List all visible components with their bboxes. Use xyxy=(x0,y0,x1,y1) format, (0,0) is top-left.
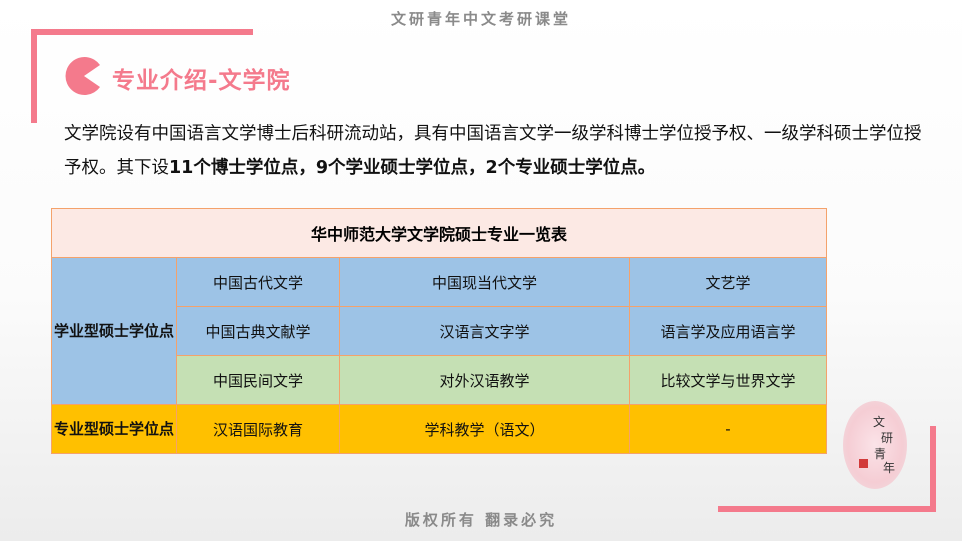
majors-table: 华中师范大学文学院硕士专业一览表 学业型硕士学位点 中国古代文学 中国现当代文学… xyxy=(50,208,828,454)
table-cell: 语言学及应用语言学 xyxy=(628,306,828,356)
table-cell: 中国古代文学 xyxy=(176,257,340,307)
table-row: 专业型硕士学位点 汉语国际教育 学科教学（语文） - xyxy=(51,404,828,454)
table-cell: 中国现当代文学 xyxy=(339,257,630,307)
footer-title: 版权所有 翻录必究 xyxy=(404,511,558,529)
table-caption: 华中师范大学文学院硕士专业一览表 xyxy=(50,208,828,258)
intro-paragraph: 文学院设有中国语言文学博士后科研流动站，具有中国语言文学一级学科博士学位授予权、… xyxy=(64,117,926,185)
wenyan-seal-logo: 文 研 青 年 xyxy=(843,401,907,489)
table-row: 学业型硕士学位点 中国古代文学 中国现当代文学 文艺学 xyxy=(51,257,828,405)
table-cell: 对外汉语教学 xyxy=(339,355,630,405)
seal-char: 研 xyxy=(881,431,894,445)
header-title: 文研青年中文考研课堂 xyxy=(390,10,571,28)
pacman-icon xyxy=(65,57,100,95)
seal-char: 年 xyxy=(883,461,896,475)
section-title: 专业介绍-文学院 xyxy=(112,68,291,94)
academic-label: 学业型硕士学位点 xyxy=(51,257,177,405)
seal-stamp xyxy=(859,459,868,468)
table-cell: 比较文学与世界文学 xyxy=(628,355,828,405)
table-cell: - xyxy=(628,404,828,454)
table-caption-row: 华中师范大学文学院硕士专业一览表 xyxy=(50,208,828,258)
seal-char: 文 xyxy=(873,415,886,429)
table-cell: 中国民间文学 xyxy=(176,355,340,405)
table-cell: 中国古典文献学 xyxy=(176,306,340,356)
table-cell: 文艺学 xyxy=(628,257,828,307)
table-cell: 汉语国际教育 xyxy=(176,404,340,454)
table-cell: 学科教学（语文） xyxy=(339,404,630,454)
table-cell: 汉语言文字学 xyxy=(339,306,630,356)
professional-label: 专业型硕士学位点 xyxy=(51,404,177,454)
intro-highlight: 11个博士学位点，9个学业硕士学位点，2个专业硕士学位点。 xyxy=(169,158,656,178)
